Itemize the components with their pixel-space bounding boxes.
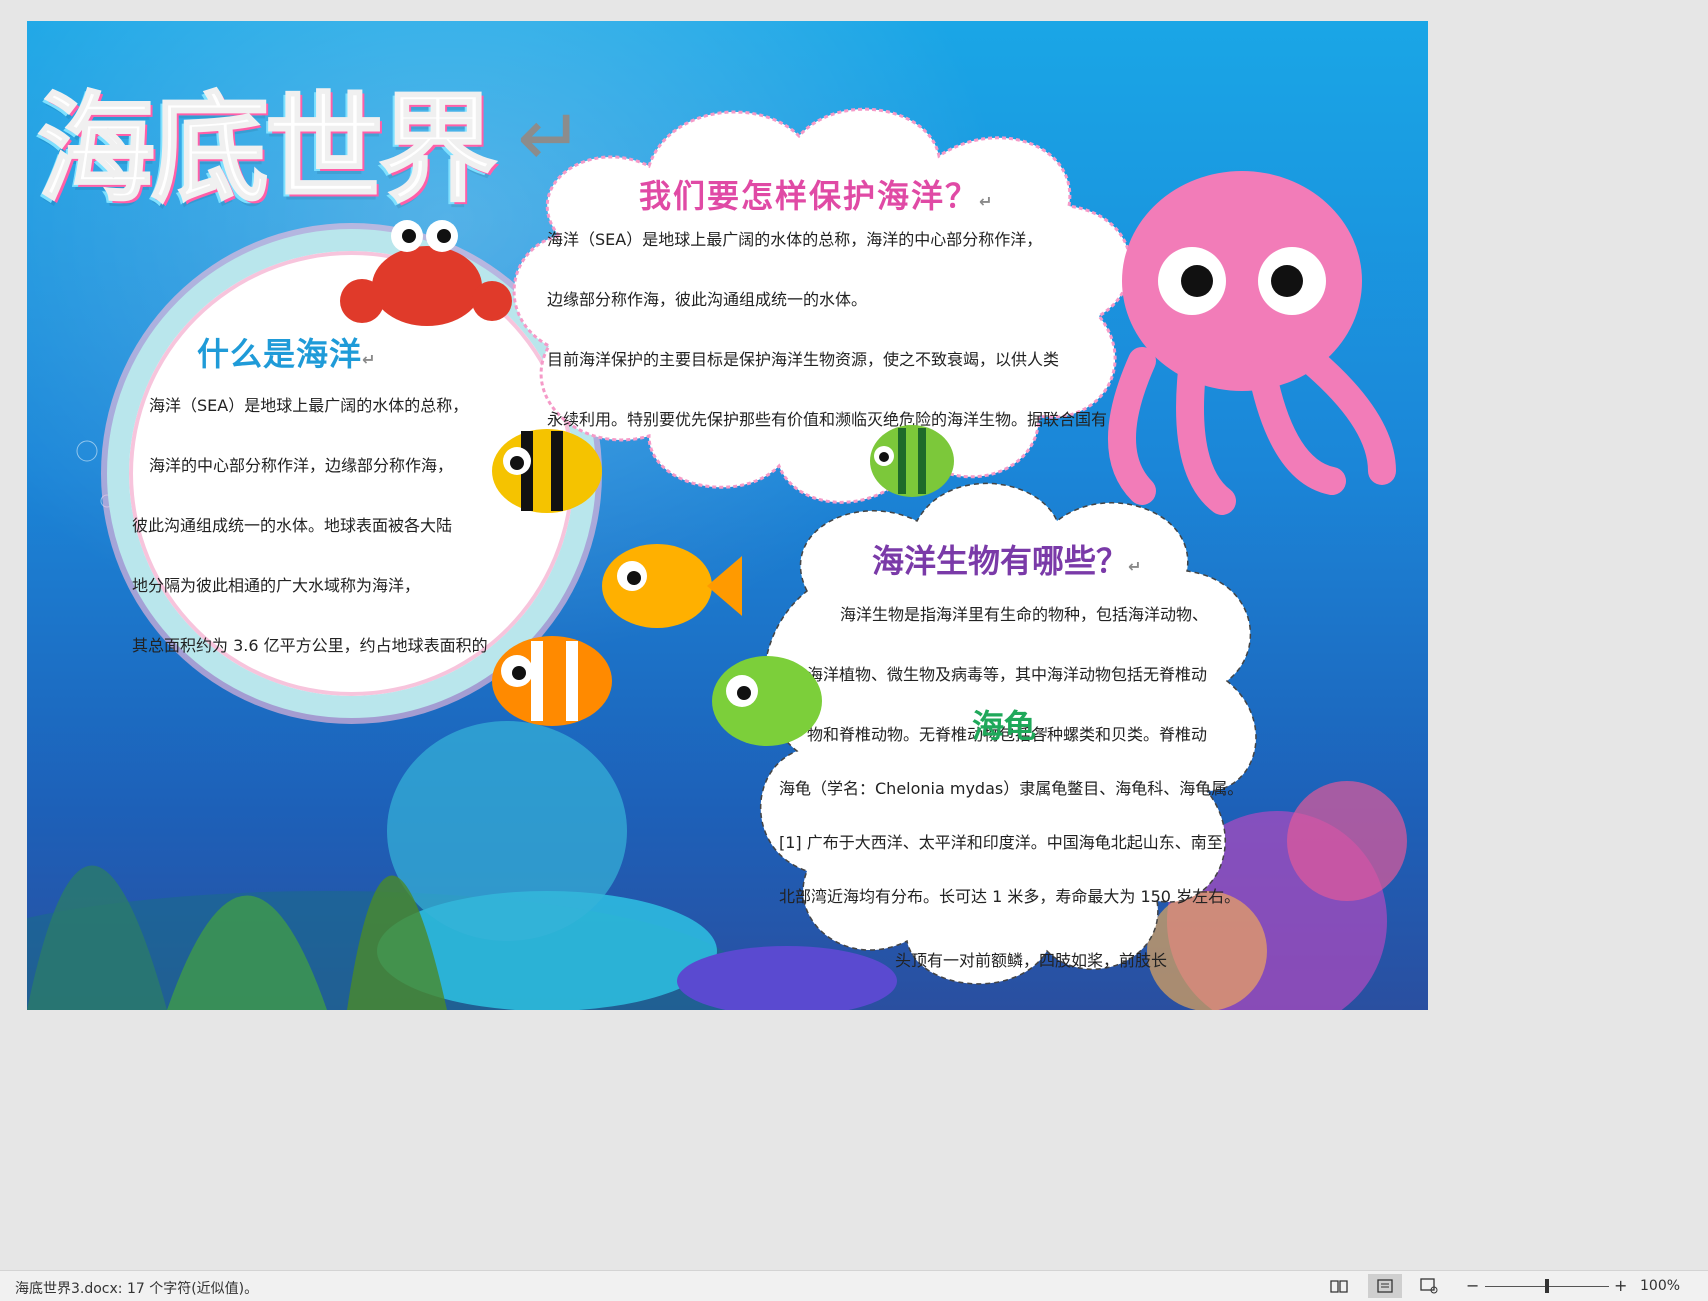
sea-turtle-title-text: 海龟 bbox=[972, 707, 1037, 745]
creatures-line: 海洋植物、微生物及病毒等，其中海洋动物包括无脊椎动 bbox=[807, 665, 1208, 684]
return-mark: ↵ bbox=[979, 192, 995, 211]
fish-icon bbox=[712, 656, 822, 746]
return-mark: ↵ bbox=[362, 350, 377, 369]
poster-title: 海底世界 bbox=[36, 79, 498, 219]
circle-line: 海洋的中心部分称作洋，边缘部分称作海， bbox=[149, 456, 454, 475]
what-is-ocean-title-text: 什么是海洋 bbox=[197, 335, 363, 373]
read-mode-icon bbox=[1330, 1280, 1348, 1293]
fish-icon bbox=[492, 636, 612, 726]
document-info[interactable]: 海底世界3.docx: 17 个字符(近似值)。 bbox=[15, 1278, 258, 1298]
fish-icon bbox=[492, 429, 602, 513]
crab-icon bbox=[340, 220, 512, 326]
circle-line: 其总面积约为 3.6 亿平方公里，约占地球表面积的 bbox=[132, 636, 488, 655]
sea-creatures-title: 海洋生物有哪些？↵ bbox=[872, 536, 1141, 582]
zoom-level[interactable]: 100% bbox=[1640, 1278, 1680, 1294]
status-bar: 海底世界3.docx: 17 个字符(近似值)。 − + 100% bbox=[0, 1270, 1708, 1301]
return-mark: ↵ bbox=[1128, 557, 1142, 576]
cloud-line: 海洋（SEA）是地球上最广阔的水体的总称，海洋的中心部分称作洋， bbox=[547, 230, 1043, 249]
protect-ocean-title: 我们要怎样保护海洋？↵ bbox=[639, 171, 994, 217]
cloud-line: 永续利用。特别要优先保护那些有价值和濒临灭绝危险的海洋生物。据联合国有 bbox=[547, 410, 1108, 429]
web-layout-button[interactable] bbox=[1412, 1274, 1446, 1298]
zoom-in-button[interactable]: + bbox=[1614, 1276, 1627, 1295]
zoom-out-button[interactable]: − bbox=[1466, 1276, 1479, 1295]
protect-ocean-title-text: 我们要怎样保护海洋？ bbox=[639, 177, 980, 215]
read-mode-button[interactable] bbox=[1322, 1274, 1356, 1298]
print-layout-button[interactable] bbox=[1368, 1274, 1402, 1298]
circle-line: 地分隔为彼此相通的广大水域称为海洋， bbox=[132, 576, 421, 595]
print-layout-icon bbox=[1377, 1279, 1393, 1293]
turtle-line: 北部湾近海均有分布。长可达 1 米多，寿命最大为 150 岁左右。 bbox=[779, 887, 1241, 906]
sea-creatures-title-text: 海洋生物有哪些？ bbox=[872, 542, 1129, 580]
fish-icon bbox=[870, 425, 954, 497]
turtle-line: [1] 广布于大西洋、太平洋和印度洋。中国海龟北起山东、南至 bbox=[779, 833, 1223, 852]
cloud-line: 边缘部分称作海，彼此沟通组成统一的水体。 bbox=[547, 290, 868, 309]
cloud-line: 目前海洋保护的主要目标是保护海洋生物资源，使之不致衰竭，以供人类 bbox=[547, 350, 1060, 369]
zoom-slider-thumb[interactable] bbox=[1545, 1279, 1549, 1293]
creatures-line: 海洋生物是指海洋里有生命的物种，包括海洋动物、 bbox=[840, 605, 1209, 624]
fish-icon bbox=[602, 544, 742, 628]
document-page[interactable]: 海底世界 ↵ 什么是海洋↵ 海洋（SEA）是地球上最广阔的水体的总称， 海洋的中… bbox=[27, 21, 1428, 1010]
web-layout-icon bbox=[1420, 1278, 1438, 1294]
turtle-line: 头顶有一对前额鳞，四肢如桨，前肢长 bbox=[895, 951, 1168, 970]
return-mark: ↵ bbox=[1036, 722, 1050, 741]
turtle-line: 海龟（学名：Chelonia mydas）隶属龟鳖目、海龟科、海龟属。 bbox=[779, 779, 1244, 798]
circle-line: 彼此沟通组成统一的水体。地球表面被各大陆 bbox=[132, 516, 453, 535]
sea-turtle-title: 海龟↵ bbox=[972, 701, 1049, 747]
circle-line: 海洋（SEA）是地球上最广阔的水体的总称， bbox=[149, 396, 469, 415]
octopus-icon bbox=[1108, 171, 1396, 515]
